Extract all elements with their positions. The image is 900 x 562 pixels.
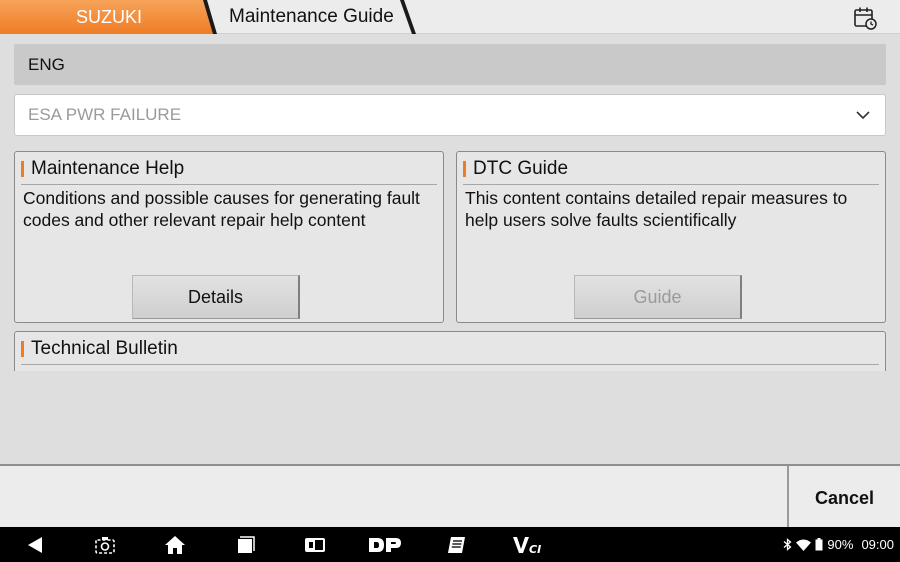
calendar-clock-icon[interactable] xyxy=(852,5,878,31)
vci-icon[interactable]: CI xyxy=(512,535,544,555)
vehicle-icon[interactable] xyxy=(304,535,326,555)
action-bar: Cancel xyxy=(0,466,900,527)
bluetooth-icon xyxy=(784,538,792,551)
android-nav-bar: CI 90% 09:00 xyxy=(0,527,900,562)
home-icon[interactable] xyxy=(164,535,186,555)
top-bar: SUZUKI Maintenance Guide xyxy=(0,0,900,34)
guide-button[interactable]: Guide xyxy=(574,275,742,319)
dtc-guide-card: DTC Guide This content contains detailed… xyxy=(456,151,886,323)
chevron-down-icon xyxy=(856,111,870,120)
details-button[interactable]: Details xyxy=(132,275,300,319)
battery-icon xyxy=(815,538,823,551)
system-label: ENG xyxy=(14,44,886,85)
breadcrumb-brand[interactable]: SUZUKI xyxy=(0,0,214,34)
divider xyxy=(21,364,879,365)
clock: 09:00 xyxy=(861,537,894,552)
status-area: 90% 09:00 xyxy=(783,527,894,562)
dtc-select[interactable]: ESA PWR FAILURE xyxy=(14,94,886,136)
technical-bulletin-card: Technical Bulletin xyxy=(14,331,886,371)
card-title: Technical Bulletin xyxy=(21,338,178,360)
wifi-icon xyxy=(796,539,812,551)
maintenance-help-card: Maintenance Help Conditions and possible… xyxy=(14,151,444,323)
screenshot-icon[interactable] xyxy=(94,535,116,555)
svg-text:CI: CI xyxy=(529,543,541,555)
card-title: DTC Guide xyxy=(463,158,568,180)
card-description: This content contains detailed repair me… xyxy=(465,188,848,230)
breadcrumb-page-title: Maintenance Guide xyxy=(229,6,394,27)
divider xyxy=(21,184,437,185)
divider xyxy=(463,184,879,185)
card-title: Maintenance Help xyxy=(21,158,184,180)
battery-percent: 90% xyxy=(827,537,854,552)
dtc-select-value: ESA PWR FAILURE xyxy=(28,105,182,124)
cancel-button[interactable]: Cancel xyxy=(787,466,900,527)
main-panel: ENG ESA PWR FAILURE Maintenance Help Con… xyxy=(0,34,900,466)
manual-icon[interactable] xyxy=(446,535,468,555)
dp-icon[interactable] xyxy=(368,535,402,555)
card-description: Conditions and possible causes for gener… xyxy=(23,188,420,230)
back-icon[interactable] xyxy=(24,535,46,555)
recent-apps-icon[interactable] xyxy=(234,535,256,555)
